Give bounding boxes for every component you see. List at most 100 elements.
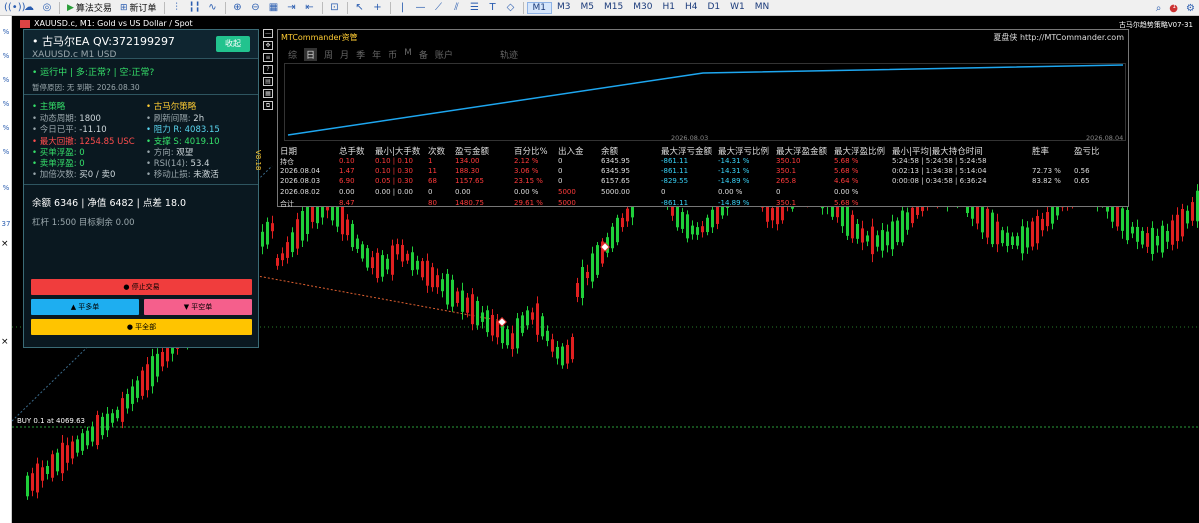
candle-body: [616, 217, 619, 243]
zoom-in-icon[interactable]: ⊕: [231, 2, 245, 14]
timeframe-m30[interactable]: M30: [628, 2, 657, 14]
timeframe-mn[interactable]: MN: [750, 2, 775, 14]
autoscroll-icon[interactable]: ⇥: [285, 2, 299, 14]
candle-body: [546, 330, 549, 341]
mt-tab[interactable]: 季: [356, 48, 365, 61]
candle-body: [1176, 214, 1179, 242]
mt-tab[interactable]: M: [404, 48, 412, 61]
signal-icon[interactable]: ((•)): [4, 2, 26, 14]
mt-tab[interactable]: 备: [419, 48, 428, 61]
strategy-row: • RSI(14): 53.4: [146, 159, 210, 170]
candle-body: [41, 467, 44, 481]
notification-icon[interactable]: ● 1: [1169, 3, 1178, 14]
cursor-icon[interactable]: ↖: [353, 2, 367, 14]
separator: [224, 1, 226, 14]
table-cell: -861.11: [661, 199, 689, 207]
table-cell: -861.11: [661, 167, 689, 175]
timeframe-m3[interactable]: M3: [552, 2, 576, 14]
screenshot-icon[interactable]: ⊡: [328, 2, 342, 14]
candle-body: [701, 226, 704, 233]
table-cell: 0.00 | 0.00: [375, 188, 413, 196]
vertical-line-icon[interactable]: |: [396, 2, 410, 14]
trajectory-tab[interactable]: 轨迹: [500, 48, 518, 61]
mt-tab[interactable]: 综: [288, 48, 297, 61]
separator: [346, 1, 348, 14]
candle-body: [516, 318, 519, 349]
shapes-icon[interactable]: ◇: [504, 2, 518, 14]
line-chart-icon[interactable]: ∿: [206, 2, 220, 14]
candle-body: [566, 344, 569, 364]
close-icon[interactable]: ×: [1, 239, 9, 249]
stop-trading-button[interactable]: ● 停止交易: [31, 279, 252, 295]
algo-trading-button[interactable]: ▶ 算法交易: [63, 1, 116, 15]
restore-icon[interactable]: ⧉: [263, 101, 273, 110]
mt-tab[interactable]: 日: [304, 48, 318, 61]
help-icon[interactable]: ?: [263, 65, 273, 74]
grid-icon[interactable]: ▦: [267, 2, 281, 14]
move-icon[interactable]: ✥: [263, 41, 273, 50]
candle-body: [471, 294, 474, 325]
crosshair-icon[interactable]: +: [371, 2, 385, 14]
table-cell: 5000: [558, 188, 576, 196]
mt-tab[interactable]: 年: [372, 48, 381, 61]
list-icon[interactable]: ≡: [263, 53, 273, 62]
candle-body: [441, 279, 444, 292]
bar-chart-icon[interactable]: ⫶: [170, 2, 184, 14]
mt-tab[interactable]: 周: [324, 48, 333, 61]
mt-website[interactable]: 夏盘侠 http://MTCommander.com: [993, 32, 1124, 43]
timeframe-d1[interactable]: D1: [702, 2, 725, 14]
pause-expiry-line: 暂停原因: 无 到期: 2026.08.30: [32, 83, 140, 92]
table-cell: 0.00 %: [718, 188, 743, 196]
minimize-icon[interactable]: —: [263, 29, 273, 38]
table-cell: 6345.95: [601, 167, 630, 175]
timeframe-h1[interactable]: H1: [657, 2, 680, 14]
candle-body: [596, 245, 599, 275]
candle-body: [491, 314, 494, 336]
candle-body: [591, 253, 594, 282]
table-cell: 4.64 %: [834, 177, 859, 185]
save-icon[interactable]: ▦: [263, 89, 273, 98]
chart-icon[interactable]: ▤: [263, 77, 273, 86]
close-buy-button[interactable]: ▲ 平多单: [31, 299, 139, 315]
new-order-button[interactable]: ⊞ 新订单: [116, 1, 161, 15]
text-tool-icon[interactable]: T: [486, 2, 500, 14]
candle-body: [901, 210, 904, 243]
fibonacci-icon[interactable]: ☰: [468, 2, 482, 14]
trendline-icon[interactable]: ⟋: [432, 2, 446, 14]
candle-body: [881, 230, 884, 251]
mt-tab[interactable]: 账户: [435, 48, 453, 61]
collapse-button[interactable]: 收起: [216, 36, 250, 52]
cloud-icon[interactable]: ☁: [22, 2, 36, 14]
zoom-out-icon[interactable]: ⊖: [249, 2, 263, 14]
candle-body: [111, 413, 114, 423]
mt-tab[interactable]: 币: [388, 48, 397, 61]
timeframe-h4[interactable]: H4: [680, 2, 703, 14]
search-icon[interactable]: ⌕: [1156, 3, 1162, 14]
candle-body: [586, 271, 589, 279]
table-cell: 0.05 | 0.30: [375, 177, 413, 185]
table-cell: 0.00 %: [514, 188, 539, 196]
mt-tab[interactable]: 月: [340, 48, 349, 61]
candle-body: [706, 217, 709, 233]
candlestick-icon[interactable]: ╏╏: [188, 2, 202, 14]
separator: [163, 1, 165, 14]
channel-icon[interactable]: ⫽: [450, 2, 464, 14]
settings-icon[interactable]: ⚙: [1186, 3, 1195, 14]
timeframe-m5[interactable]: M5: [576, 2, 600, 14]
timeframe-m15[interactable]: M15: [599, 2, 628, 14]
candle-body: [621, 217, 624, 228]
candle-body: [911, 207, 914, 224]
candle-body: [541, 316, 544, 337]
candle-body: [46, 466, 49, 474]
horizontal-line-icon[interactable]: —: [414, 2, 428, 14]
timeframe-w1[interactable]: W1: [725, 2, 750, 14]
separator: [389, 1, 391, 14]
close-sell-button[interactable]: ▼ 平空单: [144, 299, 252, 315]
candle-body: [1016, 236, 1019, 246]
close-icon[interactable]: ×: [1, 337, 9, 347]
globe-icon[interactable]: ◎: [40, 2, 54, 14]
timeframe-m1[interactable]: M1: [526, 1, 552, 14]
close-all-button[interactable]: ● 平全部: [31, 319, 252, 335]
ea-header: • 古马尔EA QV:372199297 XAUUSD.c M1 USD 收起: [24, 30, 258, 60]
chart-shift-icon[interactable]: ⇤: [303, 2, 317, 14]
